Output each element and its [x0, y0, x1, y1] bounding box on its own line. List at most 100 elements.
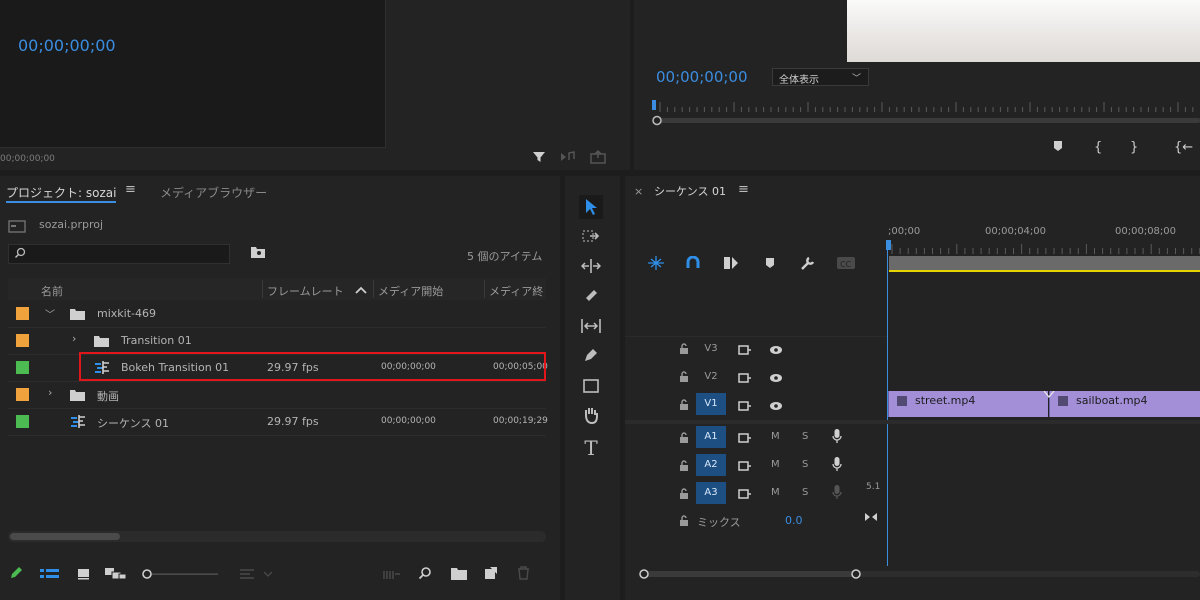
lock-icon[interactable] — [679, 371, 689, 385]
list-item[interactable]: › Transition 01 — [8, 328, 546, 354]
pen-tool[interactable] — [579, 346, 603, 370]
mute-toggle[interactable]: M — [771, 459, 780, 470]
ripple-edit-tool[interactable] — [579, 256, 603, 280]
sync-lock-icon[interactable] — [738, 400, 752, 414]
chevron-right-icon[interactable]: › — [72, 332, 76, 345]
track-select-tool[interactable] — [579, 226, 603, 250]
eye-icon[interactable] — [769, 372, 783, 386]
sequence-timecode[interactable]: 00;00;00;00 — [18, 36, 116, 55]
type-tool[interactable]: T — [579, 436, 603, 460]
edit-point-marker-icon[interactable] — [1043, 388, 1055, 402]
selection-tool[interactable] — [579, 195, 603, 219]
mute-toggle[interactable]: M — [771, 487, 780, 498]
track-v3[interactable]: V3 — [696, 338, 726, 360]
clip-sailboat[interactable]: sailboat.mp4 — [1049, 391, 1200, 417]
horizontal-scrollbar[interactable] — [8, 531, 546, 542]
list-item[interactable]: ﹀ mixkit-469 — [8, 301, 546, 327]
close-icon[interactable]: × — [634, 185, 643, 198]
track-v1[interactable]: V1 — [696, 393, 726, 415]
sort-ascending-icon[interactable] — [355, 284, 367, 298]
program-ruler[interactable] — [652, 100, 1200, 114]
filter-icon[interactable] — [532, 150, 546, 168]
label-color-swatch[interactable] — [16, 361, 29, 374]
tab-project[interactable]: プロジェクト: sozai — [6, 184, 116, 201]
tab-media-browser[interactable]: メディアブラウザー — [160, 184, 267, 201]
export-frame-icon[interactable] — [590, 149, 606, 168]
rectangle-tool[interactable] — [579, 376, 603, 400]
mark-out-icon[interactable]: } — [1130, 140, 1138, 155]
column-frame-rate[interactable]: フレームレート — [267, 283, 344, 299]
solo-toggle[interactable]: S — [802, 487, 808, 498]
label-color-swatch[interactable] — [16, 415, 29, 428]
chevron-down-icon[interactable]: ﹀ — [45, 306, 55, 321]
tab-sequence[interactable]: シーケンス 01 — [654, 183, 726, 199]
lock-icon[interactable] — [679, 343, 689, 357]
scrollbar-thumb[interactable] — [10, 533, 120, 540]
eye-icon[interactable] — [769, 400, 783, 414]
list-view-icon[interactable] — [40, 568, 60, 583]
go-to-in-icon[interactable]: {← — [1174, 140, 1193, 155]
snap-icon[interactable] — [686, 255, 700, 273]
panel-menu-icon[interactable]: ≡ — [738, 182, 749, 197]
add-marker-icon[interactable] — [1052, 140, 1064, 155]
mix-volume-value[interactable]: 0.0 — [785, 514, 803, 527]
clip-street[interactable]: street.mp4 — [888, 391, 1048, 417]
icon-view-icon[interactable] — [77, 568, 91, 583]
trash-icon[interactable] — [517, 566, 530, 583]
column-name[interactable]: 名前 — [41, 283, 63, 299]
new-item-icon[interactable] — [484, 566, 498, 583]
sync-lock-icon[interactable] — [738, 432, 752, 446]
lock-icon[interactable] — [679, 460, 689, 474]
timeline-ruler[interactable] — [886, 240, 1200, 274]
lock-icon[interactable] — [679, 488, 689, 502]
solo-toggle[interactable]: S — [802, 431, 808, 442]
insert-audio-icon[interactable] — [560, 150, 576, 168]
fit-select[interactable]: 全体表示 ﹀ — [772, 68, 869, 86]
video-audio-divider[interactable] — [625, 420, 1200, 424]
nest-icon[interactable] — [648, 256, 664, 273]
lock-icon[interactable] — [679, 515, 689, 529]
track-a1[interactable]: A1 — [696, 426, 726, 448]
freeform-view-icon[interactable] — [105, 568, 127, 583]
linked-selection-icon[interactable] — [723, 255, 739, 274]
microphone-icon[interactable] — [832, 485, 842, 502]
hand-tool[interactable] — [579, 406, 603, 430]
sync-lock-icon[interactable] — [738, 344, 752, 358]
mark-in-icon[interactable]: { — [1094, 140, 1102, 155]
slip-tool[interactable] — [579, 316, 603, 340]
track-a2[interactable]: A2 — [696, 454, 726, 476]
razor-tool[interactable] — [579, 286, 603, 310]
wrench-icon[interactable] — [800, 255, 816, 274]
lock-icon[interactable] — [679, 432, 689, 446]
sync-lock-icon[interactable] — [738, 372, 752, 386]
source-timecode[interactable]: 00;00;00;00 — [0, 154, 55, 164]
new-bin-icon[interactable] — [451, 567, 467, 583]
program-zoom-scrollbar[interactable] — [652, 114, 1200, 126]
list-item[interactable]: シーケンス 01 29.97 fps 00;00;00;00 00;00;19;… — [8, 409, 548, 435]
sort-icons-icon[interactable] — [240, 568, 274, 583]
track-v2[interactable]: V2 — [696, 366, 726, 388]
track-a3[interactable]: A3 — [696, 482, 726, 504]
search-input[interactable] — [8, 244, 230, 264]
solo-toggle[interactable]: S — [802, 459, 808, 470]
find-bin-icon[interactable] — [250, 245, 266, 262]
find-icon[interactable] — [418, 566, 432, 583]
zoom-slider[interactable] — [142, 568, 218, 580]
add-marker-icon[interactable] — [764, 257, 776, 272]
captions-icon[interactable]: CC — [836, 256, 856, 273]
chevron-right-icon[interactable]: › — [48, 386, 52, 399]
program-timecode[interactable]: 00;00;00;00 — [656, 68, 748, 86]
go-to-out-icon[interactable] — [864, 511, 878, 525]
list-item[interactable]: › 動画 — [8, 382, 546, 408]
pencil-icon[interactable] — [9, 566, 23, 583]
eye-icon[interactable] — [769, 344, 783, 358]
sync-lock-icon[interactable] — [738, 488, 752, 502]
timeline-zoom-scrollbar[interactable] — [636, 567, 1200, 581]
automate-to-sequence-icon[interactable] — [383, 568, 401, 583]
column-media-start[interactable]: メディア開始 — [378, 283, 443, 299]
microphone-icon[interactable] — [832, 457, 842, 474]
lock-icon[interactable] — [679, 399, 689, 413]
label-color-swatch[interactable] — [16, 388, 29, 401]
panel-menu-icon[interactable]: ≡ — [125, 182, 136, 197]
label-color-swatch[interactable] — [16, 307, 29, 320]
